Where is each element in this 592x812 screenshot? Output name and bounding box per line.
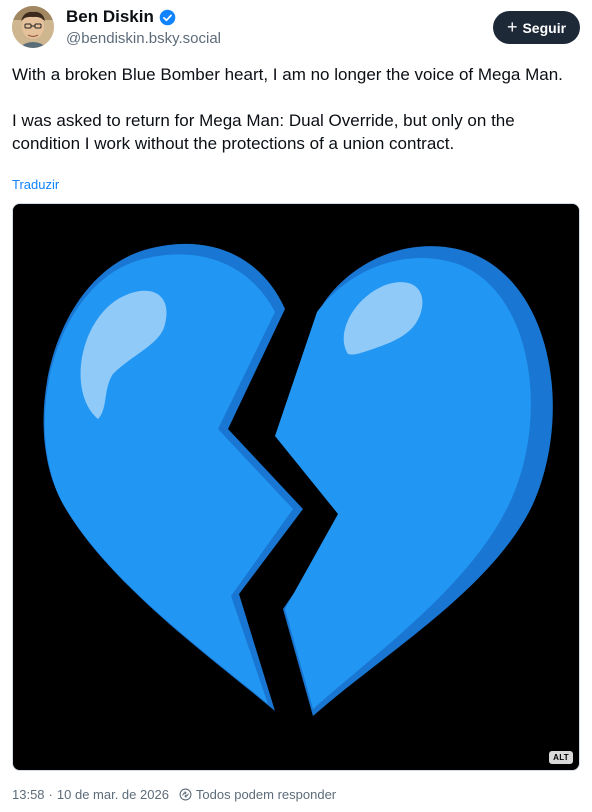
plus-icon: + bbox=[506, 16, 518, 37]
post-timestamp[interactable]: 13:58 bbox=[12, 787, 45, 802]
reply-settings-label: Todos podem responder bbox=[195, 787, 337, 802]
alt-text-badge[interactable]: ALT bbox=[549, 751, 573, 764]
post-paragraph: With a broken Blue Bomber heart, I am no… bbox=[12, 65, 563, 84]
broken-heart-emoji bbox=[13, 204, 579, 770]
reply-settings-icon bbox=[179, 788, 192, 801]
follow-button[interactable]: + Seguir bbox=[493, 11, 580, 44]
reply-settings[interactable]: Todos podem responder bbox=[179, 787, 336, 802]
post-thread-item: Ben Diskin @bendiskin.bsky.social + Segu… bbox=[0, 0, 592, 812]
post-meta: 13:58 · 10 de mar. de 2026 Todos podem r… bbox=[12, 787, 336, 802]
author-display-name[interactable]: Ben Diskin bbox=[66, 7, 176, 27]
author-name-text: Ben Diskin bbox=[66, 7, 154, 26]
translate-link[interactable]: Traduzir bbox=[12, 177, 59, 192]
avatar[interactable] bbox=[12, 6, 54, 48]
post-text: With a broken Blue Bomber heart, I am no… bbox=[12, 63, 580, 155]
post-date[interactable]: 10 de mar. de 2026 bbox=[57, 787, 169, 802]
meta-separator: · bbox=[48, 787, 53, 802]
follow-button-label: Seguir bbox=[522, 19, 567, 36]
post-paragraph: I was asked to return for Mega Man: Dual… bbox=[12, 111, 515, 153]
post-image[interactable]: ALT bbox=[12, 203, 580, 771]
verified-check-icon bbox=[159, 9, 176, 26]
author-handle[interactable]: @bendiskin.bsky.social bbox=[66, 30, 221, 47]
